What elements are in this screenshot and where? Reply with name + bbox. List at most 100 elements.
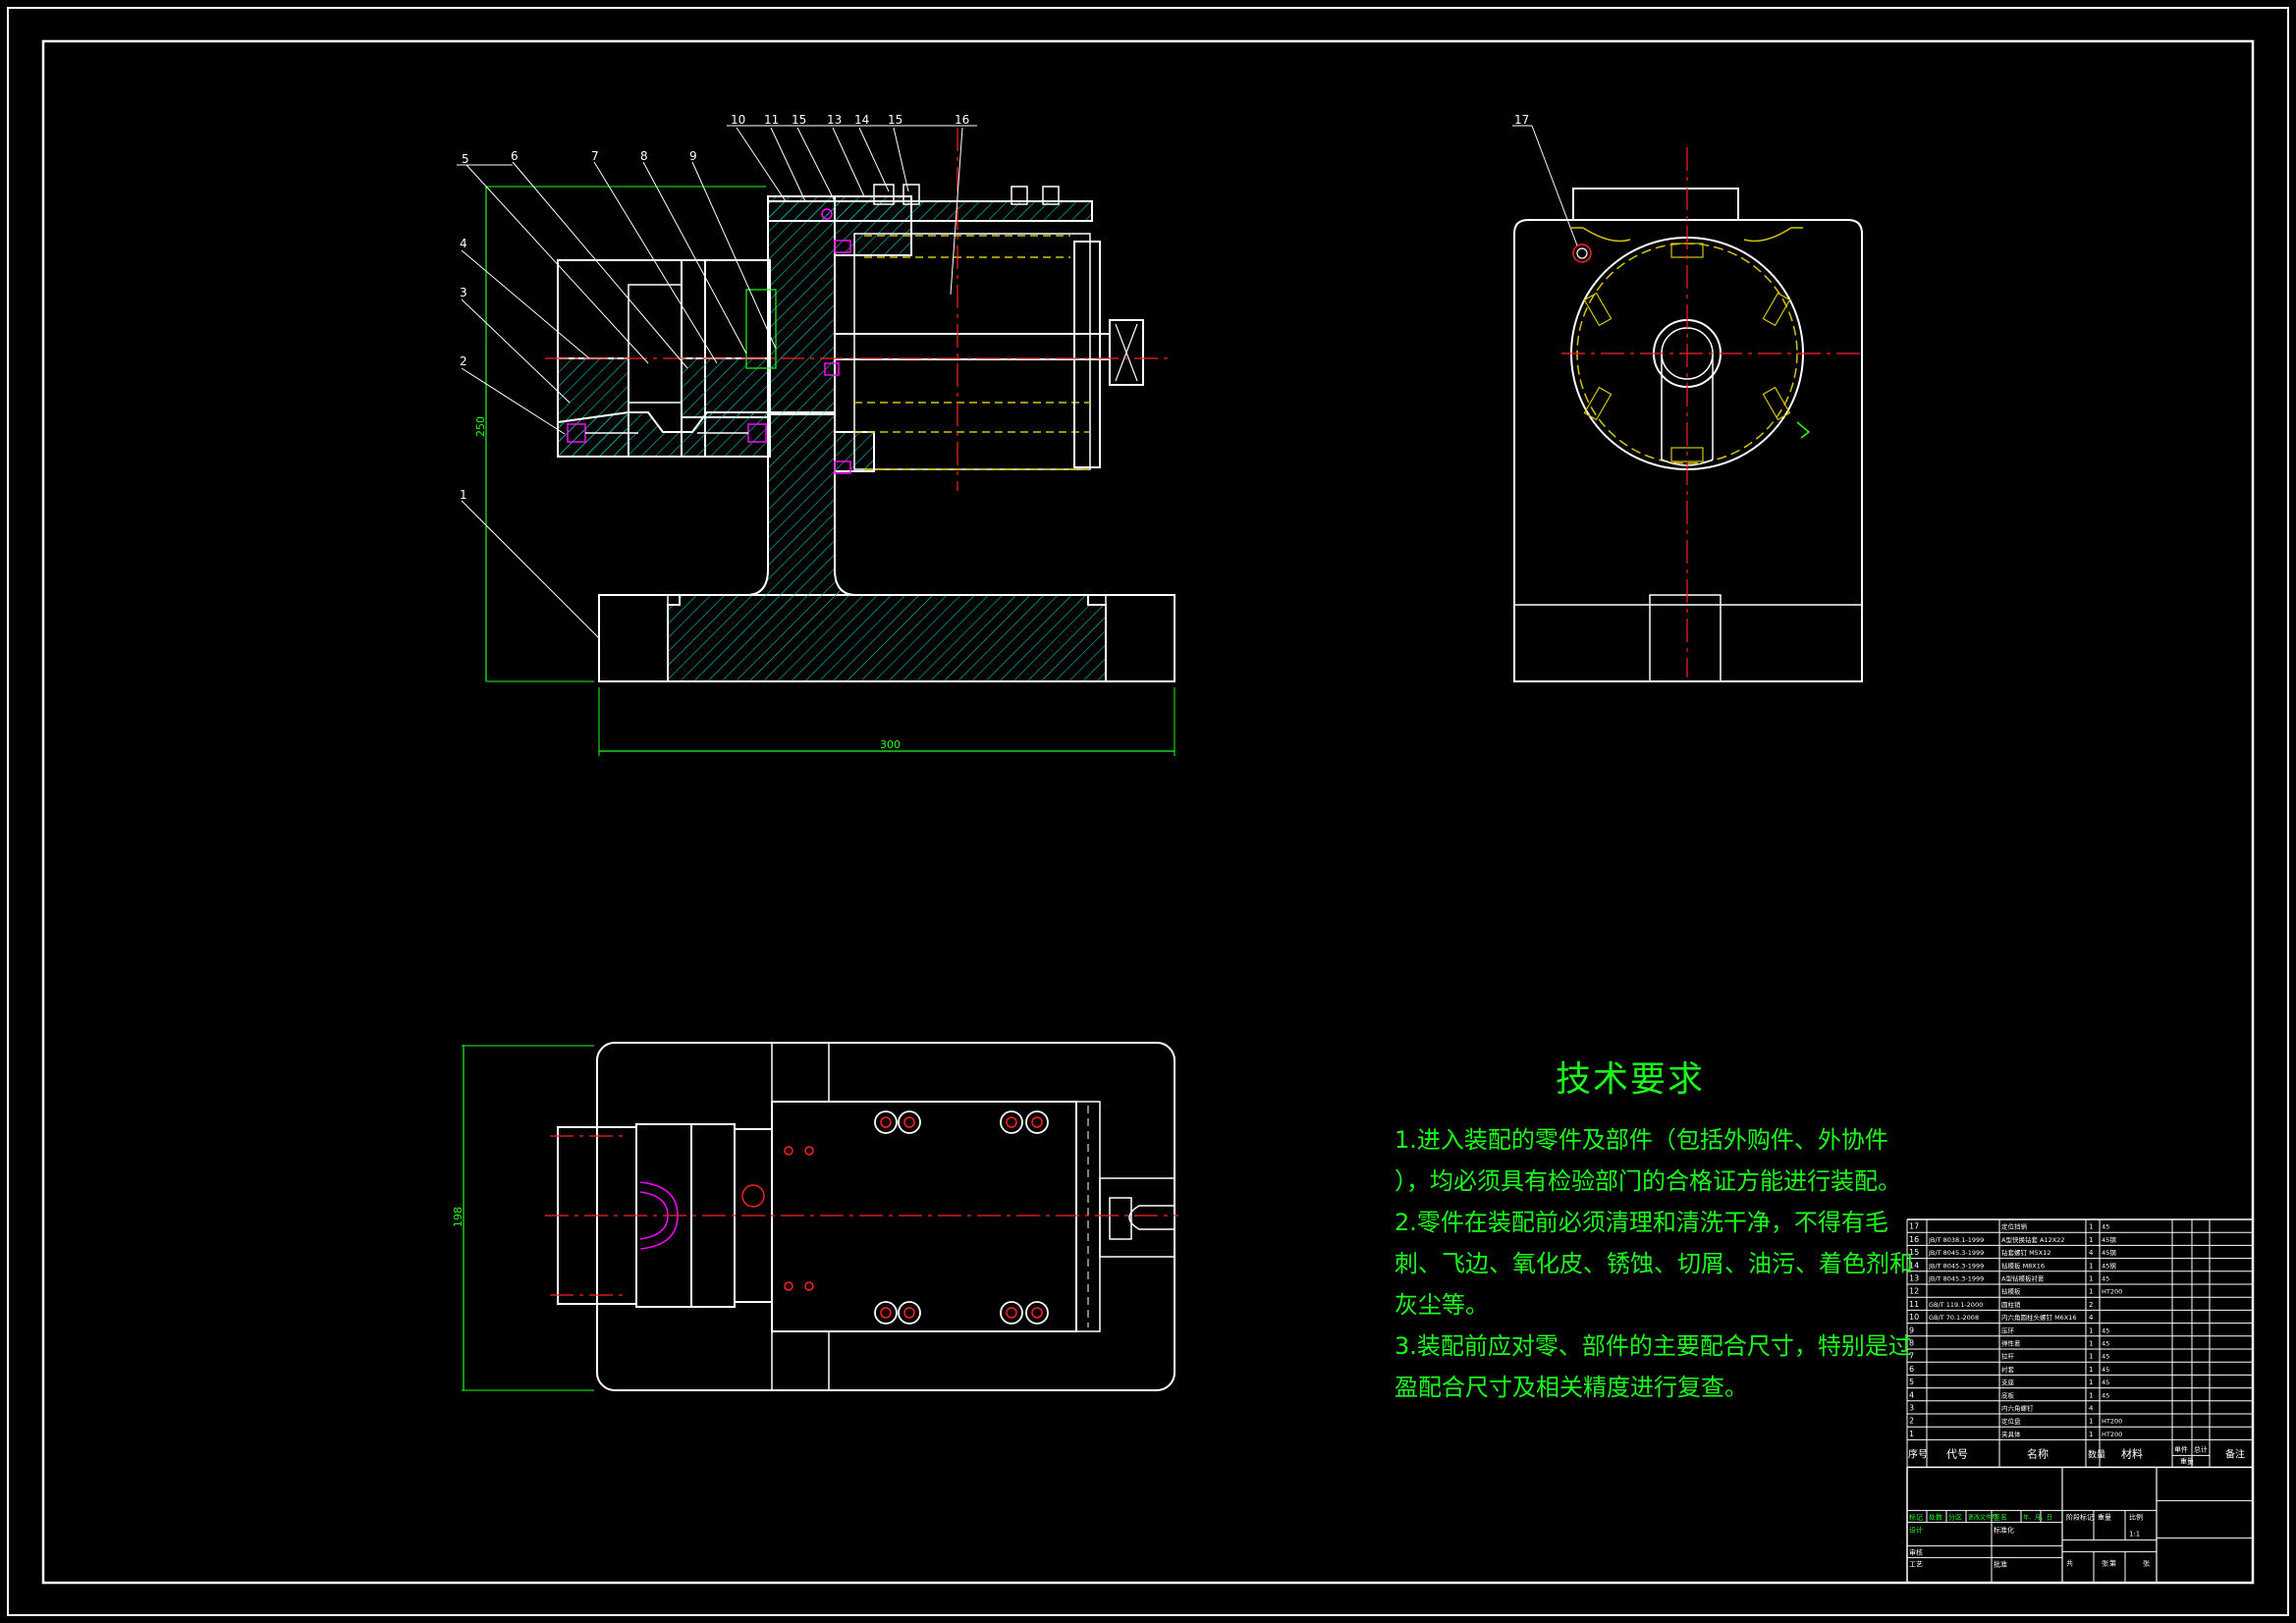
bom-row-no: 11 (1909, 1300, 1919, 1309)
bom-row-name: 支座 (2001, 1378, 2015, 1386)
bom-header-no: 序号 (1908, 1447, 1928, 1460)
balloon-13: 13 (827, 113, 842, 127)
bom-row-material: HT200 (2102, 1431, 2122, 1438)
bom-header-qty: 数量 (2088, 1448, 2105, 1460)
tech-line: 刺、飞边、氧化皮、锈蚀、切屑、油污、着色剂和 (1394, 1250, 1913, 1277)
balloon-2: 2 (460, 354, 467, 368)
bom-row-name: 底板 (2001, 1390, 2015, 1399)
tech-line: ），均必须具有检验部门的合格证方能进行装配。 (1394, 1167, 1901, 1195)
tb-mark: 标记 (1909, 1512, 1923, 1521)
bom-row-qty: 1 (2089, 1288, 2093, 1296)
bom-row-qty: 4 (2089, 1314, 2094, 1322)
bom-row-material: 45 (2102, 1326, 2109, 1334)
bom-row-name: 内六角圆柱头螺钉 M6X16 (2001, 1313, 2077, 1322)
bom-row-material: 45 (2102, 1391, 2109, 1399)
bom-row-no: 16 (1909, 1235, 1919, 1244)
tb-scale-value: 1:1 (2129, 1530, 2140, 1538)
bom-header-name: 名称 (2027, 1446, 2049, 1460)
tb-stage-mark: 阶段标记 (2066, 1512, 2094, 1521)
outer-border (7, 7, 2289, 1616)
bom-row-code: GB/T 119.1-2000 (1929, 1301, 1983, 1309)
tb-count: 处数 (1929, 1512, 1942, 1521)
balloon-17: 17 (1514, 113, 1529, 127)
bom-row-no: 6 (1909, 1365, 1914, 1374)
tb-approve: 批准 (1994, 1559, 2007, 1568)
bom-row-qty: 4 (2089, 1249, 2094, 1257)
bom-row-qty: 1 (2089, 1431, 2093, 1438)
bom-row-name: 定位挡销 (2001, 1222, 2028, 1231)
bom-row-name: 内六角螺钉 (2001, 1404, 2034, 1413)
bom-row-qty: 1 (2089, 1379, 2093, 1386)
balloon-16: 16 (955, 113, 969, 127)
bom-row-qty: 1 (2089, 1223, 2093, 1231)
bom-row-material: HT200 (2102, 1288, 2122, 1296)
bom-row-qty: 1 (2089, 1326, 2093, 1334)
balloon-5: 5 (462, 152, 469, 166)
bill-of-materials: 17 定位挡销 1 4516 JB/T 8038.1-1999 A型快换钻套 A12X22… (1906, 1218, 2254, 1584)
bom-row-code: JB/T 8045.3-1999 (1928, 1275, 1984, 1283)
bom-row-material: 45 (2102, 1223, 2109, 1231)
bom-row-code: GB/T 70.1-2008 (1929, 1314, 1979, 1322)
bom-row-name: A型快换钻套 A12X22 (2001, 1235, 2064, 1244)
tb-sign: 签名 (1994, 1512, 2007, 1521)
bom-row-no: 12 (1909, 1287, 1919, 1296)
bom-row-code: JB/T 8045.3-1999 (1928, 1249, 1984, 1257)
dim-front-height: 250 (474, 416, 487, 437)
balloon-15b: 15 (888, 113, 902, 127)
tb-sheet-unit: 张 (2143, 1558, 2150, 1567)
bom-row-qty: 1 (2089, 1391, 2093, 1399)
bom-row-qty: 1 (2089, 1366, 2093, 1374)
bom-header-code: 代号 (1946, 1447, 1968, 1460)
side-view (1512, 125, 1866, 682)
dim-front-width: 300 (880, 738, 901, 751)
balloon-15a: 15 (792, 113, 806, 127)
bom-row-no: 1 (1909, 1430, 1914, 1438)
bom-header-weight: 重量 (2180, 1457, 2194, 1465)
bom-row-name: 定位盘 (2001, 1417, 2021, 1426)
bom-header-unit: 单件 (2174, 1444, 2188, 1453)
bom-row-name: 拉杆 (2001, 1352, 2015, 1361)
bom-row-name: 弹性套 (2001, 1339, 2021, 1348)
inner-border (41, 39, 2255, 1585)
bom-row-no: 4 (1909, 1390, 1914, 1399)
tb-weight: 重量 (2098, 1513, 2111, 1521)
tb-standard: 标准化 (1994, 1525, 2014, 1534)
bom-row-material: 45钢 (2102, 1262, 2116, 1270)
bom-row-name: 钻模板 M8X16 (2001, 1261, 2045, 1270)
tb-scale: 比例 (2129, 1512, 2143, 1521)
bom-row-code: JB/T 8038.1-1999 (1928, 1236, 1984, 1244)
bom-row-qty: 1 (2089, 1418, 2093, 1426)
dim-top-height: 198 (452, 1207, 465, 1227)
bom-row-qty: 1 (2089, 1353, 2093, 1361)
bom-row-name: 压环 (2001, 1326, 2015, 1334)
tech-line: 3.装配前应对零、部件的主要配合尺寸，特别是过 (1394, 1332, 1912, 1360)
top-view (462, 1042, 1178, 1391)
balloon-14: 14 (854, 113, 869, 127)
front-section-view (457, 125, 1175, 756)
balloon-3: 3 (460, 286, 467, 299)
bom-row-qty: 4 (2089, 1405, 2094, 1413)
bom-row-no: 17 (1909, 1222, 1919, 1231)
balloon-1: 1 (460, 488, 467, 502)
bom-row-qty: 1 (2089, 1340, 2093, 1348)
tb-zone: 分区 (1948, 1512, 1962, 1521)
bom-row-material: 45 (2102, 1379, 2109, 1386)
tb-sheet-total: 共 (2066, 1558, 2073, 1567)
tech-line: 盈配合尺寸及相关精度进行复查。 (1394, 1374, 1748, 1401)
bom-row-no: 3 (1909, 1404, 1914, 1413)
bom-row-qty: 1 (2089, 1275, 2093, 1283)
bom-row-material: HT200 (2102, 1418, 2122, 1426)
drawing-sheet: 10 11 15 13 14 15 16 5 6 7 8 9 4 3 2 1 2… (7, 7, 2289, 1616)
balloon-9: 9 (689, 149, 697, 163)
bom-row-material: 45 (2102, 1366, 2109, 1374)
bom-row-name: 圆柱销 (2001, 1300, 2021, 1309)
tb-design: 设计 (1909, 1525, 1923, 1534)
bom-row-material: 45钢 (2102, 1249, 2116, 1257)
bom-row-no: 2 (1909, 1417, 1914, 1426)
balloon-11: 11 (764, 113, 779, 127)
bom-row-material: 45 (2102, 1340, 2109, 1348)
bom-row-name: A型钻模板衬套 (2001, 1274, 2045, 1283)
bom-row-qty: 1 (2089, 1262, 2093, 1270)
balloon-4: 4 (460, 237, 467, 250)
bom-row-no: 10 (1909, 1313, 1919, 1322)
